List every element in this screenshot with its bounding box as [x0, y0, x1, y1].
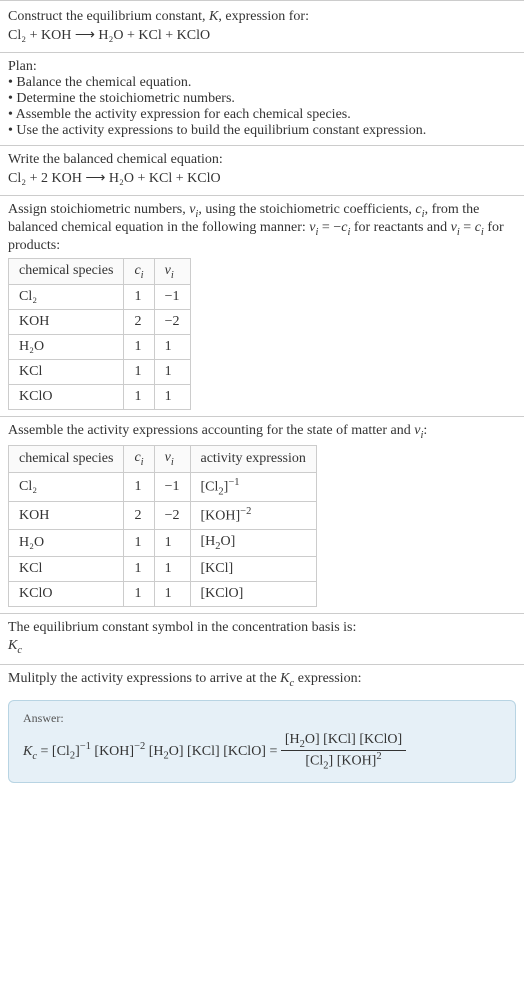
table-header: chemical species — [9, 258, 124, 285]
table-cell: KOH — [9, 310, 124, 335]
table-cell: 1 — [154, 556, 190, 581]
table-row: KClO 1 1 — [9, 385, 191, 410]
plan-section: Plan: • Balance the chemical equation. •… — [0, 52, 524, 145]
balanced-equation: Cl₂ + 2 KOH ⟶ H₂O + KCl + KClO — [8, 170, 516, 187]
table-cell: [KOH]−2 — [190, 502, 316, 530]
stoich-table: chemical species ci νi Cl₂ 1 −1 KOH 2 −2… — [8, 258, 191, 411]
table-header: chemical species — [9, 446, 124, 473]
table-cell: −2 — [154, 310, 190, 335]
table-cell: [H2O] — [190, 530, 316, 557]
table-cell: [Cl2]−1 — [190, 472, 316, 501]
table-cell: KClO — [9, 385, 124, 410]
table-header: νi — [154, 258, 190, 285]
answer-expression: Kc = [Cl2]−1 [KOH]−2 [H2O] [KCl] [KClO] … — [23, 732, 501, 771]
multiply-section: Mulitply the activity expressions to arr… — [0, 664, 524, 695]
activity-table: chemical species ci νi activity expressi… — [8, 445, 317, 607]
table-cell: 1 — [124, 335, 154, 360]
table-row: Cl₂ 1 −1 — [9, 285, 191, 310]
table-cell: −2 — [154, 502, 190, 530]
symbol-section: The equilibrium constant symbol in the c… — [0, 613, 524, 664]
table-cell: 2 — [124, 502, 154, 530]
prompt-title: Construct the equilibrium constant, K, e… — [8, 9, 516, 25]
table-cell: [KClO] — [190, 581, 316, 606]
plan-bullet: • Assemble the activity expression for e… — [8, 107, 516, 123]
table-row: KClO 1 1 [KClO] — [9, 581, 317, 606]
table-cell: KClO — [9, 581, 124, 606]
table-cell: 1 — [154, 530, 190, 557]
table-cell: 1 — [124, 285, 154, 310]
plan-bullet: • Determine the stoichiometric numbers. — [8, 91, 516, 107]
symbol-value: Kc — [8, 638, 516, 656]
balanced-section: Write the balanced chemical equation: Cl… — [0, 145, 524, 195]
table-cell: −1 — [154, 472, 190, 501]
table-row: H₂O 1 1 — [9, 335, 191, 360]
table-cell: KCl — [9, 556, 124, 581]
table-cell: −1 — [154, 285, 190, 310]
plan-bullet: • Use the activity expressions to build … — [8, 123, 516, 139]
table-cell: [KCl] — [190, 556, 316, 581]
table-cell: 1 — [154, 581, 190, 606]
table-row: KOH 2 −2 — [9, 310, 191, 335]
table-row: KOH 2 −2 [KOH]−2 — [9, 502, 317, 530]
table-cell: 1 — [124, 530, 154, 557]
activity-text: Assemble the activity expressions accoun… — [8, 423, 516, 441]
symbol-text: The equilibrium constant symbol in the c… — [8, 620, 516, 636]
answer-box: Answer: Kc = [Cl2]−1 [KOH]−2 [H2O] [KCl]… — [8, 700, 516, 782]
table-cell: 1 — [124, 385, 154, 410]
table-cell: Cl₂ — [9, 285, 124, 310]
plan-title: Plan: — [8, 59, 516, 75]
table-header: νi — [154, 446, 190, 473]
activity-section: Assemble the activity expressions accoun… — [0, 416, 524, 613]
table-header: ci — [124, 446, 154, 473]
table-row: H₂O 1 1 [H2O] — [9, 530, 317, 557]
table-cell: 1 — [124, 472, 154, 501]
table-cell: 1 — [154, 335, 190, 360]
table-cell: KOH — [9, 502, 124, 530]
plan-bullet: • Balance the chemical equation. — [8, 75, 516, 91]
table-cell: 1 — [124, 360, 154, 385]
multiply-text: Mulitply the activity expressions to arr… — [8, 671, 516, 689]
table-row: KCl 1 1 [KCl] — [9, 556, 317, 581]
table-cell: KCl — [9, 360, 124, 385]
balanced-title: Write the balanced chemical equation: — [8, 152, 516, 168]
table-row: Cl₂ 1 −1 [Cl2]−1 — [9, 472, 317, 501]
prompt-section: Construct the equilibrium constant, K, e… — [0, 0, 524, 52]
table-cell: 1 — [154, 385, 190, 410]
table-header: ci — [124, 258, 154, 285]
answer-label: Answer: — [23, 711, 501, 726]
table-header: activity expression — [190, 446, 316, 473]
table-cell: 1 — [124, 581, 154, 606]
stoich-section: Assign stoichiometric numbers, νi, using… — [0, 195, 524, 416]
table-cell: H₂O — [9, 530, 124, 557]
table-cell: 2 — [124, 310, 154, 335]
table-cell: Cl₂ — [9, 472, 124, 501]
table-cell: 1 — [124, 556, 154, 581]
prompt-equation: Cl₂ + KOH ⟶ H₂O + KCl + KClO — [8, 27, 516, 44]
table-row: KCl 1 1 — [9, 360, 191, 385]
table-cell: 1 — [154, 360, 190, 385]
table-cell: H₂O — [9, 335, 124, 360]
stoich-text: Assign stoichiometric numbers, νi, using… — [8, 202, 516, 254]
